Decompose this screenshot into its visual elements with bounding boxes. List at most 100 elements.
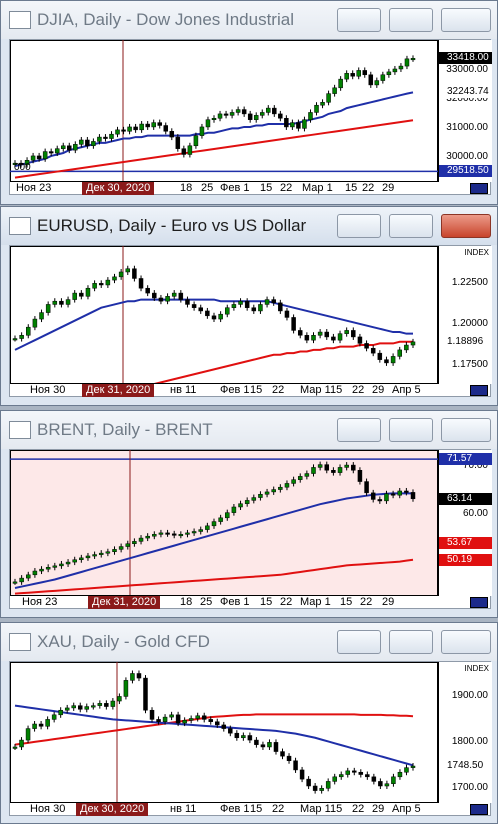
candle-body xyxy=(98,283,104,286)
minimize-button[interactable] xyxy=(337,630,381,654)
candle-body xyxy=(235,109,241,113)
index-label: INDEX xyxy=(464,664,489,673)
candle-body xyxy=(169,131,175,138)
candle-body xyxy=(344,464,349,468)
candle-body xyxy=(85,287,91,297)
candle-body xyxy=(410,765,416,768)
candle-body xyxy=(317,464,323,468)
candle-body xyxy=(390,356,396,364)
candle-body xyxy=(85,139,90,147)
candle-body xyxy=(259,112,265,116)
candle-body xyxy=(284,117,289,128)
candle-body xyxy=(362,70,368,76)
candle-body xyxy=(351,330,356,338)
plot-area[interactable] xyxy=(10,246,438,384)
candle-body xyxy=(311,335,316,341)
maximize-button[interactable] xyxy=(389,214,433,238)
candle-body xyxy=(109,133,114,139)
candle-body xyxy=(84,706,90,710)
candle-body xyxy=(67,145,72,151)
candle-body xyxy=(182,720,187,724)
candle-body xyxy=(211,521,217,527)
candle-body xyxy=(25,728,31,741)
x-tick-label: 18 xyxy=(180,596,193,608)
slow-ma-series xyxy=(150,340,413,384)
plot-area[interactable] xyxy=(10,450,438,596)
candle-body xyxy=(344,73,349,80)
x-tick-label: 22 xyxy=(362,182,375,194)
candle-body xyxy=(143,677,148,711)
candle-body xyxy=(157,122,162,126)
candle-body xyxy=(304,473,310,477)
chart-window-djia[interactable]: DJIA, Daily - Dow Jones Industrial 000 3… xyxy=(0,0,498,205)
candle-body xyxy=(225,512,230,519)
maximize-button[interactable] xyxy=(389,630,433,654)
candle-body xyxy=(299,769,305,780)
close-button[interactable] xyxy=(441,418,491,442)
titlebar[interactable]: XAU, Daily - Gold CFD xyxy=(1,623,497,661)
candle-body xyxy=(185,532,190,535)
candle-body xyxy=(241,735,246,739)
candle-body xyxy=(306,778,311,787)
scroll-to-end-icon[interactable] xyxy=(470,597,488,608)
close-button[interactable] xyxy=(441,8,491,32)
chart-window-eurusd[interactable]: EURUSD, Daily - Euro vs US Dollar INDEX 1… xyxy=(0,206,498,406)
candle-body xyxy=(326,93,331,103)
close-button[interactable] xyxy=(441,214,491,238)
y-tick-label: 1700.00 xyxy=(451,782,488,794)
close-button[interactable] xyxy=(441,630,491,654)
candle-body xyxy=(377,352,383,360)
candle-body xyxy=(324,464,330,471)
chart-icon xyxy=(9,421,31,439)
time-axis: Ноя 30 нв 11 Фев 1 15 22 Мар 1 15 22 29 Апр 5 Дек … xyxy=(10,383,438,397)
window-title: EURUSD, Daily - Euro vs US Dollar xyxy=(37,216,307,235)
maximize-button[interactable] xyxy=(389,418,433,442)
titlebar[interactable]: DJIA, Daily - Dow Jones Industrial xyxy=(1,1,497,39)
price-tag: 1.18896 xyxy=(439,335,492,348)
candle-body xyxy=(234,732,240,739)
candle-body xyxy=(404,58,410,67)
chart-area[interactable]: INDEX70.0060.0071.5763.1453.6750.19 Ноя … xyxy=(9,449,492,609)
chart-area[interactable]: INDEX 1.22500 1.20000 1.17500 1.18896 Ноя 30… xyxy=(9,245,492,397)
chart-area[interactable]: 000 33000.00 32000.00 31000.00 30000.00 3341… xyxy=(9,39,492,195)
titlebar[interactable]: BRENT, Daily - BRENT xyxy=(1,411,497,449)
x-tick-label: нв 11 xyxy=(170,803,197,815)
scroll-to-end-icon[interactable] xyxy=(470,804,488,815)
scroll-to-end-icon[interactable] xyxy=(470,183,488,194)
candle-body xyxy=(32,570,38,576)
candle-body xyxy=(139,123,144,131)
price-tag: 29518.50 xyxy=(439,165,492,178)
chart-area[interactable]: INDEX 1900.00 1800.00 1700.00 1748.50 Ноя 30… xyxy=(9,661,492,816)
candle-body xyxy=(65,299,71,305)
x-tick-label: 15 xyxy=(330,384,343,396)
candle-body xyxy=(223,113,229,116)
minimize-button[interactable] xyxy=(337,214,381,238)
overlay-label: 000 xyxy=(14,162,31,173)
maximize-button[interactable] xyxy=(389,8,433,32)
window-title: XAU, Daily - Gold CFD xyxy=(37,632,210,651)
chart-window-brent[interactable]: BRENT, Daily - BRENT INDEX70.0060.0071.5… xyxy=(0,410,498,618)
candle-body xyxy=(138,278,144,289)
candle-body xyxy=(397,349,402,357)
candle-body xyxy=(162,716,168,722)
plot-area[interactable] xyxy=(10,662,438,803)
candle-body xyxy=(19,739,24,748)
candle-body xyxy=(105,551,111,554)
candle-body xyxy=(48,151,54,154)
candle-body xyxy=(370,348,376,354)
plot-area[interactable]: 000 xyxy=(10,40,438,182)
candle-body xyxy=(368,74,374,86)
candle-body xyxy=(293,760,298,771)
minimize-button[interactable] xyxy=(337,8,381,32)
y-tick-label: 60.00 xyxy=(462,507,488,519)
candle-body xyxy=(244,300,250,308)
x-tick-label: 22 xyxy=(280,182,293,194)
chart-window-xau[interactable]: XAU, Daily - Gold CFD INDEX 1900.00 1800.0… xyxy=(0,622,498,824)
titlebar[interactable]: EURUSD, Daily - Euro vs US Dollar xyxy=(1,207,497,245)
candle-body xyxy=(145,123,150,128)
candle-body xyxy=(378,781,383,787)
candle-body xyxy=(221,724,227,729)
minimize-button[interactable] xyxy=(337,418,381,442)
scroll-to-end-icon[interactable] xyxy=(470,385,488,396)
candle-body xyxy=(272,107,277,115)
